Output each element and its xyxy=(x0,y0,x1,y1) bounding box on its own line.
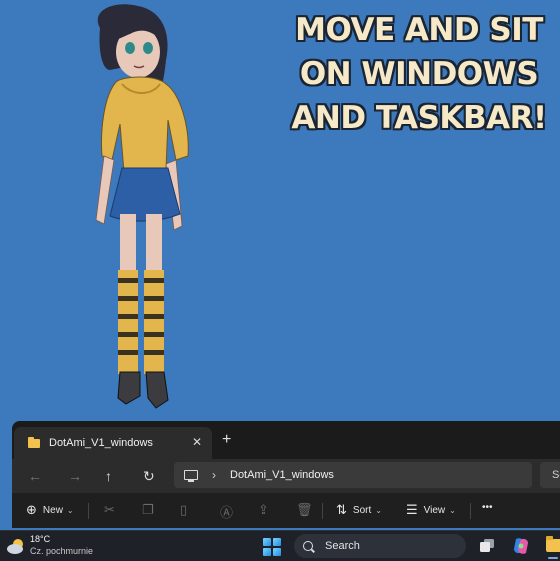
sort-button-label: Sort xyxy=(352,504,372,516)
close-tab-icon[interactable]: ✕ xyxy=(192,435,202,449)
copy-icon[interactable]: ❐ xyxy=(142,502,154,518)
toolbar-divider xyxy=(470,503,471,519)
explorer-search-input[interactable]: Se xyxy=(540,462,560,488)
chevron-down-icon: ⌄ xyxy=(449,505,456,515)
back-arrow-icon[interactable]: ← xyxy=(28,468,42,484)
breadcrumb-separator-icon[interactable]: › xyxy=(212,468,216,482)
toolbar-divider xyxy=(88,503,89,519)
search-icon xyxy=(303,541,313,551)
computer-icon xyxy=(184,470,198,482)
explorer-command-bar: ⊕ New ⌄ ✂ ❐ ▯ Ⓐ ⇪ 🗑 ⇅ Sort ⌄ ☰ View ⌄ ••… xyxy=(12,493,560,528)
file-explorer-window[interactable]: DotAmi_V1_windows ✕ + ← → ↑ ↻ › DotAmi_V… xyxy=(12,421,560,528)
promo-headline: MOVE AND SIT ON WINDOWS AND TASKBAR! xyxy=(280,8,558,140)
copilot-icon[interactable] xyxy=(512,537,530,555)
tab-title: DotAmi_V1_windows xyxy=(49,437,153,449)
windows-logo-icon xyxy=(263,538,271,546)
weather-temperature[interactable]: 18°C xyxy=(30,534,50,544)
forward-arrow-icon[interactable]: → xyxy=(68,468,82,484)
task-view-icon[interactable] xyxy=(480,539,494,552)
view-button-label: View xyxy=(423,504,446,516)
view-button[interactable]: ☰ View ⌄ xyxy=(406,502,456,518)
breadcrumb[interactable]: DotAmi_V1_windows xyxy=(230,469,334,481)
new-button-label: New xyxy=(42,504,63,516)
new-button[interactable]: ⊕ New ⌄ xyxy=(26,502,74,518)
weather-condition[interactable]: Cz. pochmurnie xyxy=(30,546,93,556)
explorer-tab[interactable]: DotAmi_V1_windows ✕ xyxy=(14,427,212,459)
view-list-icon: ☰ xyxy=(406,502,418,517)
chevron-down-icon: ⌄ xyxy=(375,505,382,515)
file-explorer-taskbar-icon[interactable] xyxy=(546,536,560,552)
taskbar: 18°C Cz. pochmurnie Search xyxy=(0,530,560,561)
sort-icon: ⇅ xyxy=(336,502,347,517)
taskbar-search-input[interactable]: Search xyxy=(294,534,466,558)
toolbar-divider xyxy=(322,503,323,519)
chevron-down-icon: ⌄ xyxy=(66,505,74,515)
more-options-icon: ••• xyxy=(482,502,493,513)
folder-icon xyxy=(28,436,40,448)
cut-icon[interactable]: ✂ xyxy=(104,502,115,518)
plus-circle-icon: ⊕ xyxy=(26,502,37,517)
headline-line-3: AND TASKBAR! xyxy=(291,100,547,136)
headline-line-2: ON WINDOWS xyxy=(299,56,539,92)
weather-cloud-icon[interactable] xyxy=(6,537,26,555)
active-app-indicator xyxy=(548,557,558,559)
refresh-icon[interactable]: ↻ xyxy=(143,468,155,485)
taskbar-search-placeholder: Search xyxy=(325,540,360,552)
desktop-mascot-character[interactable] xyxy=(60,0,230,420)
headline-line-1: MOVE AND SIT xyxy=(295,12,543,48)
see-more-button[interactable]: ••• xyxy=(482,502,493,513)
sort-button[interactable]: ⇅ Sort ⌄ xyxy=(336,502,382,518)
paste-icon[interactable]: ▯ xyxy=(180,502,187,518)
new-tab-button[interactable]: + xyxy=(222,431,231,449)
start-button[interactable] xyxy=(263,538,281,556)
up-arrow-icon[interactable]: ↑ xyxy=(105,468,112,484)
explorer-navigation-bar: ← → ↑ ↻ › DotAmi_V1_windows Se xyxy=(12,459,560,493)
rename-icon[interactable]: Ⓐ xyxy=(220,502,233,521)
share-icon[interactable]: ⇪ xyxy=(258,502,269,518)
address-bar[interactable]: › DotAmi_V1_windows xyxy=(174,462,532,488)
delete-icon[interactable]: 🗑 xyxy=(296,502,313,518)
explorer-tab-strip: DotAmi_V1_windows ✕ + xyxy=(12,421,560,459)
